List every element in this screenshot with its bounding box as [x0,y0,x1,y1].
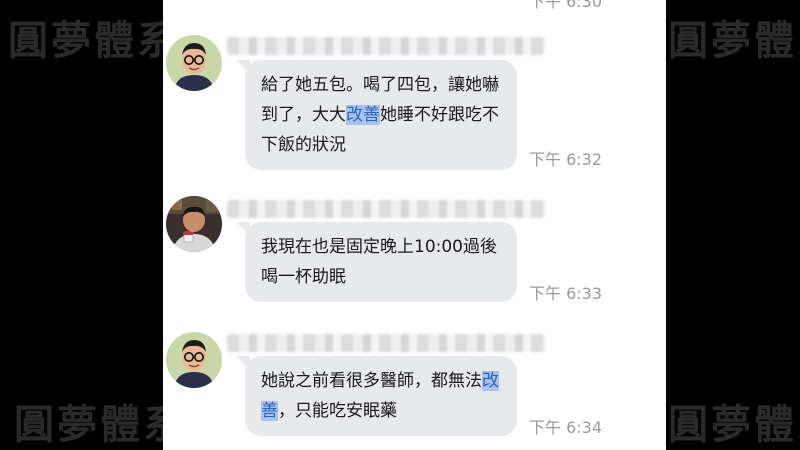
avatar-man-holding-cup[interactable] [166,196,222,252]
highlighted-text: 改善 [346,105,380,125]
avatar-glasses-man[interactable] [166,35,222,91]
message-time: 下午 6:33 [529,284,603,303]
watermark-bottom-right: 圓夢體系 [668,402,800,448]
avatar-man-holding-cup-icon [166,196,222,252]
sender-name-blurred [227,37,545,55]
chat-panel: 下午 6:30 給了她五包。喝了四包，讓她嚇到了，大大改善她睡不好跟吃不下飯的狀… [163,0,666,450]
message-bubble[interactable]: 給了她五包。喝了四包，讓她嚇到了，大大改善她睡不好跟吃不下飯的狀況 [236,60,517,170]
message-text: 她說之前看很多醫師，都無法 [261,371,482,391]
sender-name-blurred [227,334,545,352]
message-time: 下午 6:30 [529,0,603,11]
message-time: 下午 6:34 [529,418,603,437]
message-bubble[interactable]: 我現在也是固定晚上10:00過後喝一杯助眠 [236,222,517,302]
avatar-glasses-man[interactable] [166,332,222,388]
avatar-glasses-man-icon [166,35,222,91]
watermark-bottom-left: 圓夢體系 [14,402,186,448]
message-text: 我現在也是固定晚上10:00過後喝一杯助眠 [261,237,497,287]
watermark-top-right: 圓夢體系 [668,18,800,64]
message-text: ，只能吃安眠藥 [278,401,397,421]
watermark-top-left: 圓夢體系 [8,18,180,64]
message-bubble[interactable]: 她說之前看很多醫師，都無法改善，只能吃安眠藥 [236,356,517,436]
sender-name-blurred [227,200,545,218]
message-time: 下午 6:32 [529,150,603,169]
avatar-glasses-man-icon [166,332,222,388]
